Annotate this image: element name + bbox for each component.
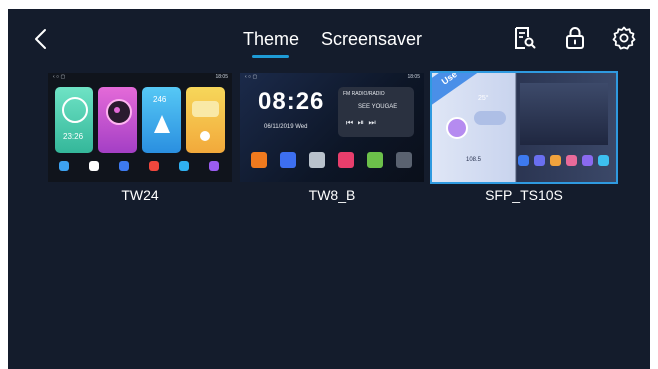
theme-name-sfp-ts10s: SFP_TS10S xyxy=(485,187,563,203)
app-icon xyxy=(566,155,577,166)
lock-icon[interactable] xyxy=(562,25,588,51)
theme-card-tw24[interactable]: ‹ ○ ▢ 18:05 23:26 246 xyxy=(48,73,232,182)
app-icon xyxy=(280,152,296,168)
app-icon xyxy=(179,161,189,171)
theme-name-tw8-b: TW8_B xyxy=(308,187,356,203)
app-icon xyxy=(396,152,412,168)
theme-preview: Use 25° 108.5 xyxy=(432,73,616,182)
in-use-ribbon: Use xyxy=(432,73,479,107)
app-icon xyxy=(309,152,325,168)
date-display: 06/11/2019 Wed xyxy=(264,124,308,130)
app-icon xyxy=(534,155,545,166)
back-icon[interactable] xyxy=(30,27,54,51)
tab-screensaver[interactable]: Screensaver xyxy=(321,29,422,50)
status-bar: ‹ ○ ▢ 18:05 xyxy=(53,74,228,80)
top-bar: Theme Screensaver xyxy=(8,9,650,69)
document-search-icon[interactable] xyxy=(511,25,537,51)
city-map xyxy=(520,83,608,145)
active-tab-indicator xyxy=(252,55,289,58)
music-widget xyxy=(98,87,137,153)
app-icon xyxy=(89,161,99,171)
theme-preview: ‹ ○ ▢ 18:05 08:26 06/11/2019 Wed FM RADI… xyxy=(240,73,424,182)
clock-widget: 23:26 xyxy=(55,87,93,153)
tab-theme[interactable]: Theme xyxy=(243,29,299,50)
app-icon xyxy=(251,152,267,168)
app-icon xyxy=(59,161,69,171)
app-icon xyxy=(149,161,159,171)
app-icon xyxy=(582,155,593,166)
status-bar: ‹ ○ ▢ 18:05 xyxy=(245,74,420,80)
theme-name-tw24: TW24 xyxy=(121,187,159,203)
app-icon xyxy=(338,152,354,168)
app-icon xyxy=(209,161,219,171)
clock-display: 08:26 xyxy=(258,88,325,115)
theme-card-sfp-ts10s[interactable]: Use 25° 108.5 xyxy=(432,73,616,182)
app-icon xyxy=(550,155,561,166)
weather-cloud xyxy=(474,111,506,125)
navigation-widget: 246 xyxy=(142,87,181,153)
app-icon xyxy=(367,152,383,168)
theme-settings-screen: Theme Screensaver ‹ ○ ▢ 18:05 23:26 246 … xyxy=(8,9,650,369)
theme-preview: ‹ ○ ▢ 18:05 23:26 246 xyxy=(48,73,232,182)
app-icon xyxy=(518,155,529,166)
theme-card-tw8-b[interactable]: ‹ ○ ▢ 18:05 08:26 06/11/2019 Wed FM RADI… xyxy=(240,73,424,182)
music-panel: FM RADIO/RADIO SEE YOUGAE ⏮ ⏯ ⏭ xyxy=(338,87,414,137)
app-icon xyxy=(598,155,609,166)
app-icon xyxy=(119,161,129,171)
music-disc xyxy=(446,117,468,139)
gear-icon[interactable] xyxy=(611,25,637,51)
radio-widget xyxy=(186,87,225,153)
